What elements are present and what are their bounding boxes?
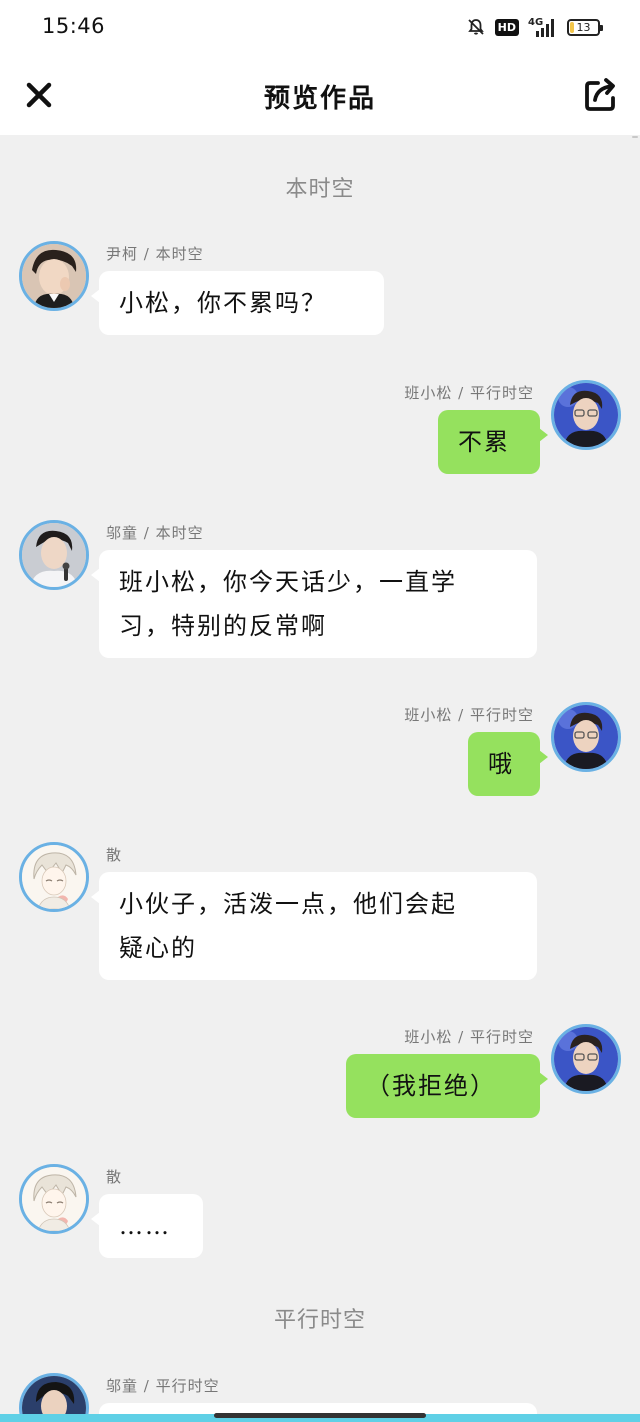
sender-name: 班小松 / 平行时空 (404, 384, 534, 402)
battery-level: 13 (576, 20, 591, 34)
message-bubble[interactable]: …… (91, 1194, 203, 1258)
sender-name: 邬童 / 平行时空 (106, 1377, 220, 1395)
share-button[interactable] (582, 76, 620, 114)
message-text: （我拒绝） (366, 1072, 496, 1100)
signal-4g-icon: 4G (528, 17, 554, 37)
share-icon (585, 78, 615, 111)
avatar-wutong (22, 523, 86, 587)
status-time: 15:46 (42, 14, 106, 38)
message-text: …… (119, 1212, 171, 1240)
message-text: 小松，你不累吗？ (119, 289, 327, 317)
bell-off-icon (467, 19, 484, 35)
scrollbar[interactable] (632, 136, 638, 138)
divider-parallel-timeline: 平行时空 (273, 1308, 366, 1333)
message-text-line: 小伙子，活泼一点，他们会起 (119, 890, 457, 918)
network-label: 4G (528, 17, 543, 28)
message-bubble[interactable]: 哦 (468, 732, 548, 796)
message-text-line: 疑心的 (119, 934, 197, 962)
avatar-san (22, 845, 86, 909)
message-bubble[interactable]: 班小松，你今天话少，一直学 习，特别的反常啊 (91, 550, 537, 658)
message-text: 哦 (488, 750, 514, 778)
message-bubble[interactable]: 小松，你不累吗？ (91, 271, 384, 335)
message-bubble[interactable]: （我拒绝） (346, 1054, 548, 1118)
message-text: 不累 (458, 428, 510, 456)
avatar-san (22, 1167, 86, 1231)
avatar[interactable] (551, 380, 621, 450)
status-icons: HD 4G 13 (466, 16, 603, 38)
sender-name: 班小松 / 平行时空 (404, 1028, 534, 1046)
message-bubble[interactable]: 小伙子，活泼一点，他们会起 疑心的 (91, 872, 537, 980)
avatar-banxiaosong (554, 383, 618, 447)
status-bar: 15:46 HD 4G 13 (0, 0, 640, 58)
avatar[interactable] (19, 842, 89, 912)
divider-this-timeline: 本时空 (285, 177, 355, 202)
chat-area[interactable]: 本时空 尹柯 / 本时空 小松，你不累吗？ 班小松 / 平行时空 不累 邬童 /… (0, 135, 640, 1422)
message-text-line: 习，特别的反常啊 (119, 612, 327, 640)
home-indicator[interactable] (214, 1413, 426, 1418)
avatar[interactable] (19, 520, 89, 590)
page-title: 预览作品 (263, 84, 376, 114)
hd-badge: HD (494, 18, 519, 36)
avatar[interactable] (19, 1164, 89, 1234)
app-header: 预览作品 (0, 58, 640, 135)
sender-name: 尹柯 / 本时空 (106, 245, 204, 263)
avatar-yinke (22, 244, 86, 308)
avatar-banxiaosong (554, 1027, 618, 1091)
sender-name: 班小松 / 平行时空 (404, 706, 534, 724)
message-bubble[interactable]: 不累 (438, 410, 548, 474)
avatar[interactable] (19, 241, 89, 311)
battery-icon: 13 (567, 18, 603, 36)
avatar[interactable] (551, 702, 621, 772)
sender-name: 散 (106, 1168, 123, 1186)
avatar-banxiaosong (554, 705, 618, 769)
sender-name: 邬童 / 本时空 (106, 524, 204, 542)
battery-fill (570, 21, 574, 33)
avatar[interactable] (551, 1024, 621, 1094)
sender-name: 散 (106, 846, 123, 864)
message-text-line: 班小松，你今天话少，一直学 (119, 568, 457, 596)
